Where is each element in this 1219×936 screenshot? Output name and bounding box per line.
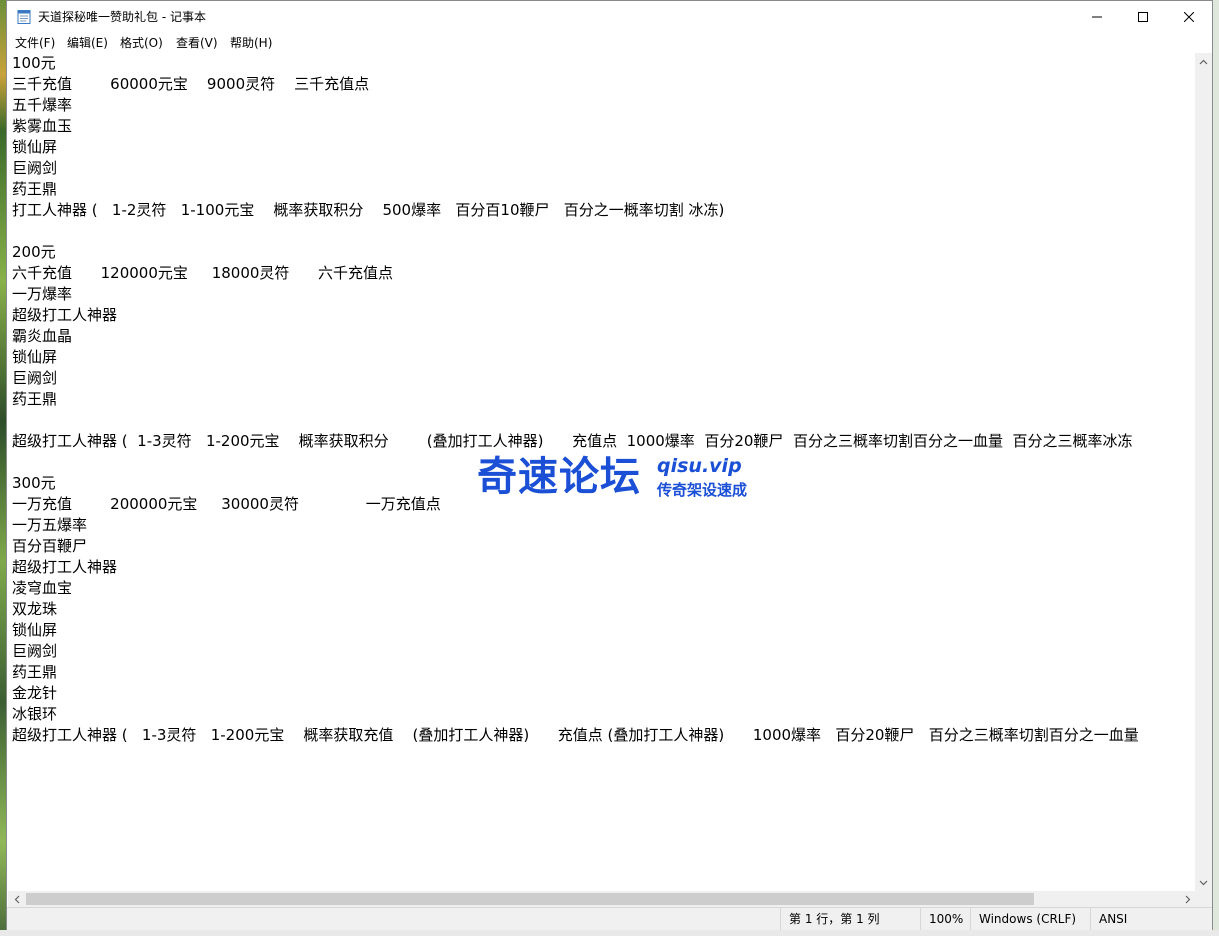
horizontal-scrollbar[interactable] — [8, 891, 1196, 907]
text-line: 霸炎血晶 — [12, 327, 73, 345]
menu-edit[interactable]: 编辑(E) — [67, 34, 108, 51]
status-bar: 第 1 行，第 1 列 100% Windows (CRLF) ANSI — [7, 907, 1212, 930]
text-line: 超级打工人神器 — [12, 306, 118, 324]
notepad-icon — [17, 10, 31, 24]
menu-file[interactable]: 文件(F) — [15, 34, 55, 51]
text-line: 300元 — [12, 474, 56, 492]
scroll-right-button[interactable] — [1179, 891, 1196, 907]
watermark: 奇速论坛 qisu.vip 传奇架设速成 — [477, 453, 767, 503]
text-line: 药王鼎 — [12, 180, 58, 198]
scroll-left-button[interactable] — [8, 891, 25, 907]
watermark-url: qisu.vip — [657, 455, 742, 477]
status-blank — [7, 908, 780, 930]
menu-bar: 文件(F) 编辑(E) 格式(O) 查看(V) 帮助(H) — [7, 32, 1212, 52]
text-line: 100元 — [12, 54, 56, 72]
menu-format[interactable]: 格式(O) — [120, 34, 163, 51]
horizontal-scroll-thumb[interactable] — [26, 893, 1034, 905]
window-title: 天道探秘唯一赞助礼包 - 记事本 — [38, 10, 206, 24]
status-encoding: ANSI — [1090, 908, 1214, 930]
notepad-window: 天道探秘唯一赞助礼包 - 记事本 文件(F) 编辑(E) 格式(O) 查看(V)… — [6, 0, 1213, 930]
minimize-button[interactable] — [1074, 1, 1120, 32]
text-line: 六千充值 120000元宝 18000灵符 六千充值点 — [12, 264, 394, 282]
scroll-up-button[interactable] — [1195, 53, 1212, 70]
text-line: 双龙珠 — [12, 600, 58, 618]
text-line: 巨阙剑 — [12, 159, 58, 177]
text-line: 锁仙屏 — [12, 621, 58, 639]
menu-view[interactable]: 查看(V) — [176, 34, 218, 51]
vertical-scrollbar[interactable] — [1195, 53, 1212, 891]
text-line: 药王鼎 — [12, 663, 58, 681]
text-line: 超级打工人神器 ( 1-3灵符 1-200元宝 概率获取充值 (叠加打工人神器)… — [12, 726, 1139, 744]
menu-help[interactable]: 帮助(H) — [230, 34, 272, 51]
maximize-button[interactable] — [1120, 1, 1166, 32]
text-line: 冰银环 — [12, 705, 58, 723]
text-line: 超级打工人神器 ( 1-3灵符 1-200元宝 概率获取积分 (叠加打工人神器)… — [12, 432, 1133, 450]
close-button[interactable] — [1166, 1, 1212, 32]
status-zoom: 100% — [920, 908, 970, 930]
desktop: 天道探秘唯一赞助礼包 - 记事本 文件(F) 编辑(E) 格式(O) 查看(V)… — [0, 0, 1219, 936]
text-line: 紫雾血玉 — [12, 117, 73, 135]
scrollbar-corner — [1195, 891, 1212, 907]
text-line: 锁仙屏 — [12, 138, 58, 156]
chevron-left-icon — [14, 895, 19, 903]
text-line: 百分百鞭尸 — [12, 537, 88, 555]
text-line: 巨阙剑 — [12, 369, 58, 387]
chevron-down-icon — [1199, 880, 1208, 885]
watermark-brand: 奇速论坛 — [477, 454, 641, 500]
chevron-up-icon — [1199, 59, 1208, 64]
text-line: 巨阙剑 — [12, 642, 58, 660]
chevron-right-icon — [1185, 895, 1190, 903]
status-cursor-position: 第 1 行，第 1 列 — [780, 908, 920, 930]
status-line-ending: Windows (CRLF) — [970, 908, 1090, 930]
text-line: 锁仙屏 — [12, 348, 58, 366]
scroll-down-button[interactable] — [1195, 874, 1212, 891]
close-icon — [1184, 11, 1194, 22]
text-line: 超级打工人神器 — [12, 558, 118, 576]
text-line: 200元 — [12, 243, 56, 261]
text-line: 药王鼎 — [12, 390, 58, 408]
maximize-icon — [1138, 11, 1148, 22]
watermark-tagline: 传奇架设速成 — [657, 481, 748, 499]
text-line: 一万爆率 — [12, 285, 73, 303]
text-line: 凌穹血宝 — [12, 579, 73, 597]
text-line: 金龙针 — [12, 684, 58, 702]
minimize-icon — [1092, 16, 1102, 17]
text-line: 一万充值 200000元宝 30000灵符 一万充值点 — [12, 495, 441, 513]
text-line: 一万五爆率 — [12, 516, 88, 534]
text-line: 三千充值 60000元宝 9000灵符 三千充值点 — [12, 75, 370, 93]
text-line: 打工人神器 ( 1-2灵符 1-100元宝 概率获取积分 500爆率 百分百10… — [12, 201, 725, 219]
text-line: 五千爆率 — [12, 96, 73, 114]
taskbar-edge — [0, 930, 1219, 936]
title-bar[interactable]: 天道探秘唯一赞助礼包 - 记事本 — [7, 1, 1212, 32]
